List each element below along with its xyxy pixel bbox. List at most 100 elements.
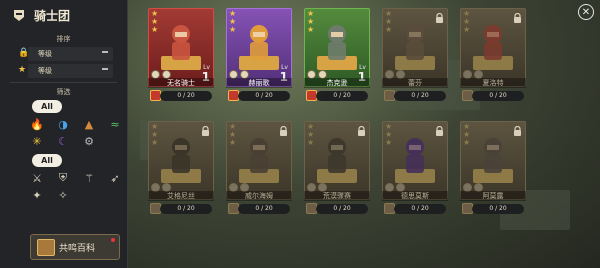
wiki-button-label: 共鸣百科	[59, 243, 96, 254]
resonance-wiki-button[interactable]: 共鸣百科	[30, 234, 120, 260]
hero-portrait	[172, 25, 190, 60]
shard-progress: 0 / 20	[238, 204, 290, 214]
sword-icon[interactable]: ⚔	[30, 171, 44, 185]
rarity-stars: ★ ★ ★	[229, 10, 236, 34]
lock-icon	[514, 126, 521, 136]
divider	[10, 82, 117, 83]
hero-card[interactable]: ★ ★ ★ 威尔海姆 0 / 20	[226, 121, 292, 221]
notification-dot	[111, 238, 115, 242]
hero-card[interactable]: ★ ★ ★ 夏洛特 0 / 20	[460, 8, 526, 108]
lock-icon	[436, 13, 443, 23]
hero-name: 赫丽歌	[226, 78, 292, 88]
rarity-stars: ★ ★ ★	[385, 10, 392, 34]
hero-portrait	[328, 138, 346, 173]
star-icon: ★	[229, 25, 237, 34]
sort-option-label: 等级	[38, 67, 52, 75]
sort-section-label: 排序	[56, 35, 71, 43]
rarity-stars: ★ ★ ★	[151, 10, 158, 34]
shard-progress: 0 / 20	[472, 91, 524, 101]
dash-icon	[102, 68, 108, 70]
rarity-stars: ★ ★ ★	[307, 123, 314, 147]
lock-icon: 🔒	[18, 48, 30, 58]
sort-option-label: 等级	[38, 50, 52, 58]
shard-progress: 0 / 20	[238, 91, 290, 101]
sidebar-header: 骑士团	[0, 0, 127, 30]
light-icon[interactable]: ✳	[30, 134, 44, 148]
star-icon: ★	[463, 138, 471, 147]
filter-all-elements-button[interactable]: All	[32, 100, 62, 113]
sort-option-level-1[interactable]: 🔒 等级	[18, 47, 113, 61]
rarity-stars: ★ ★ ★	[463, 10, 470, 34]
shard-progress: 0 / 20	[160, 91, 212, 101]
hero-name: 夏洛特	[460, 78, 526, 88]
hero-card[interactable]: ★ ★ ★ 阿莫露 0 / 20	[460, 121, 526, 221]
star-icon: ★	[385, 138, 393, 147]
water-icon[interactable]: ◑	[56, 117, 70, 131]
shard-progress: 0 / 20	[472, 204, 524, 214]
hero-name: 荒漠骤赛	[304, 191, 370, 201]
shard-progress: 0 / 20	[394, 204, 446, 214]
hero-card[interactable]: ★ ★ ★ Lv 1 无名骑士 0 / 20	[148, 8, 214, 108]
filter-all-roles-button[interactable]: All	[32, 154, 62, 167]
hero-card[interactable]: ★ ★ ★ 艾格尼丝 0 / 20	[148, 121, 214, 221]
lock-icon	[358, 126, 365, 136]
sidebar: 骑士团 排序 🔒 等级 ★ 等级 筛选 All 🔥 ◑ ▲ ≈ ✳ ☾ ⚙ Al…	[0, 0, 128, 268]
rarity-stars: ★ ★ ★	[151, 123, 158, 147]
hero-portrait	[484, 138, 502, 173]
rarity-stars: ★ ★ ★	[307, 10, 314, 34]
fire-icon[interactable]: 🔥	[30, 117, 44, 131]
shard-progress: 0 / 20	[316, 204, 368, 214]
rarity-stars: ★ ★ ★	[385, 123, 392, 147]
bow-icon[interactable]: ➶	[108, 171, 122, 185]
dark-icon[interactable]: ☾	[56, 134, 70, 148]
hero-portrait	[328, 25, 346, 60]
hero-portrait	[250, 25, 268, 60]
earth-icon[interactable]: ▲	[82, 117, 96, 131]
close-button[interactable]: ✕	[578, 4, 594, 20]
hero-card[interactable]: ★ ★ ★ 德思莫斯 0 / 20	[382, 121, 448, 221]
dash-icon	[102, 51, 108, 53]
hero-portrait	[484, 25, 502, 60]
filter-section-label: 筛选	[56, 88, 71, 96]
sort-option-level-2[interactable]: ★ 等级	[18, 64, 113, 78]
shield-icon[interactable]: ⛨	[56, 171, 70, 185]
hero-portrait	[250, 138, 268, 173]
hero-card[interactable]: ★ ★ ★ 荒漠骤赛 0 / 20	[304, 121, 370, 221]
hero-name: 蕾芬	[382, 78, 448, 88]
lock-icon	[280, 126, 287, 136]
star-icon: ★	[307, 25, 315, 34]
star-icon: ★	[229, 138, 237, 147]
star-icon: ★	[307, 138, 315, 147]
star-icon: ★	[463, 25, 471, 34]
hero-portrait	[406, 25, 424, 60]
hero-name: 杰克逊	[304, 78, 370, 88]
lock-icon	[202, 126, 209, 136]
hero-portrait	[172, 138, 190, 173]
star-icon: ★	[151, 25, 159, 34]
hero-name: 德思莫斯	[382, 191, 448, 201]
shard-progress: 0 / 20	[394, 91, 446, 101]
element-filter-grid: 🔥 ◑ ▲ ≈ ✳ ☾ ⚙	[30, 117, 127, 148]
gear-icon[interactable]: ⚙	[82, 134, 96, 148]
hero-card[interactable]: ★ ★ ★ Lv 1 杰克逊 0 / 20	[304, 8, 370, 108]
star-icon: ★	[18, 65, 27, 75]
healer-icon[interactable]: ✧	[56, 188, 70, 202]
lock-icon	[514, 13, 521, 23]
rarity-stars: ★ ★ ★	[463, 123, 470, 147]
hero-name: 威尔海姆	[226, 191, 292, 201]
shard-progress: 0 / 20	[160, 204, 212, 214]
role-filter-grid: ⚔ ⛨ ⚚ ➶ ✦ ✧	[30, 171, 127, 202]
knight-helmet-icon	[14, 10, 24, 21]
dagger-icon[interactable]: ✦	[30, 188, 44, 202]
star-icon: ★	[151, 138, 159, 147]
wind-icon[interactable]: ≈	[108, 117, 122, 131]
staff-icon[interactable]: ⚚	[82, 171, 96, 185]
hero-card[interactable]: ★ ★ ★ 蕾芬 0 / 20	[382, 8, 448, 108]
rarity-stars: ★ ★ ★	[229, 123, 236, 147]
hero-card[interactable]: ★ ★ ★ Lv 1 赫丽歌 0 / 20	[226, 8, 292, 108]
close-icon: ✕	[581, 6, 591, 18]
hero-name: 无名骑士	[148, 78, 214, 88]
hero-name: 艾格尼丝	[148, 191, 214, 201]
shard-progress: 0 / 20	[316, 91, 368, 101]
lock-icon	[436, 126, 443, 136]
